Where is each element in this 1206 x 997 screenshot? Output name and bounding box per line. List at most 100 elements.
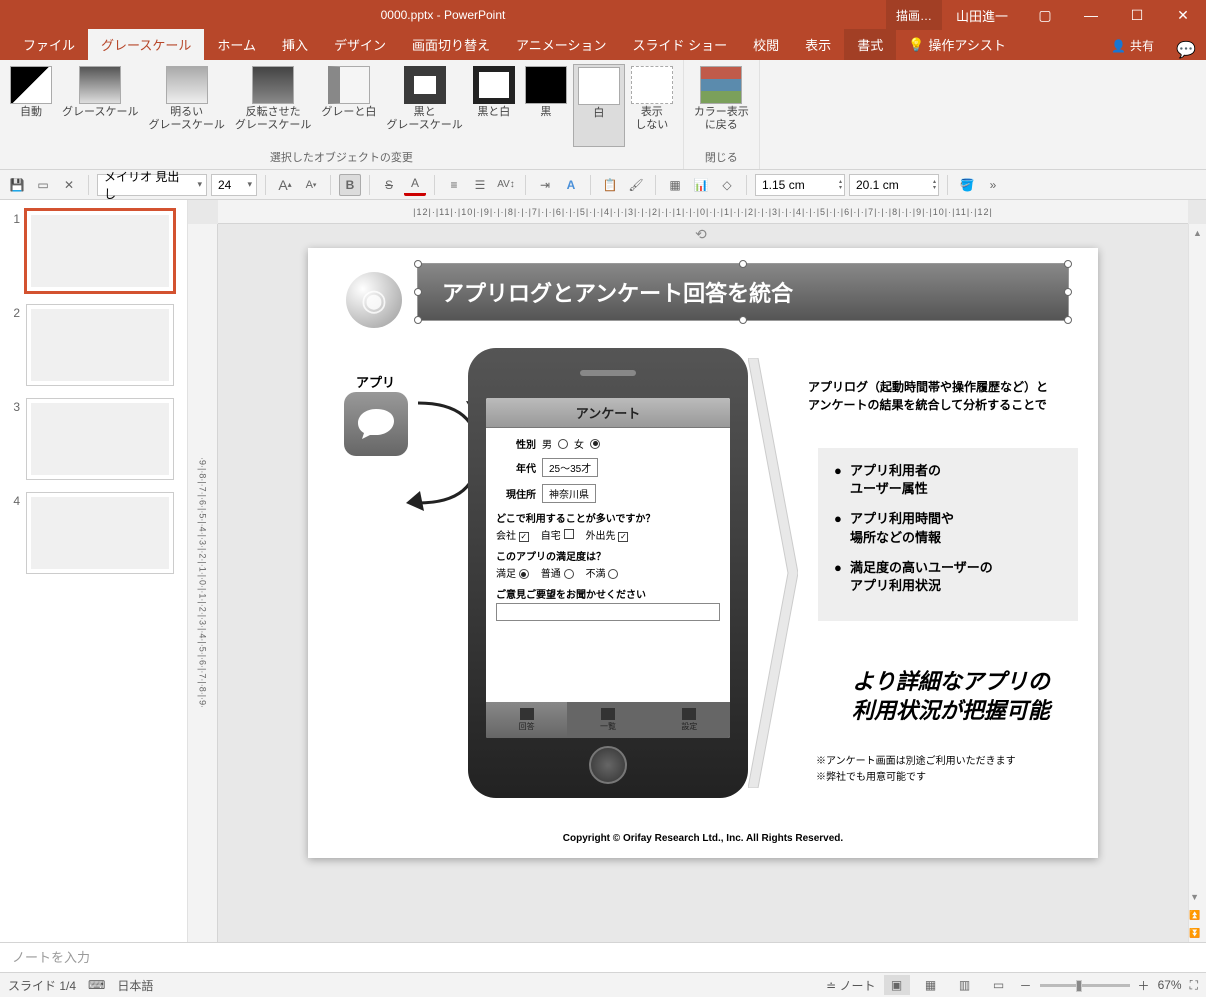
dont-show-button[interactable]: 表示 しない	[627, 64, 677, 147]
share-button[interactable]: 👤 共有	[1099, 31, 1166, 60]
ruler-vertical[interactable]: ·9·|·8·|·7·|·6·|·5·|·4·|·3·|·2·|·1·|·0·|…	[188, 224, 218, 942]
auto-button[interactable]: 自動	[6, 64, 56, 147]
notes-pane[interactable]: ノートを入力	[0, 942, 1206, 972]
delete-icon[interactable]: ✕	[58, 174, 80, 196]
bullet-3: 満足度の高いユーザーの アプリ利用状況	[834, 559, 1062, 595]
tab-file[interactable]: ファイル	[10, 29, 88, 60]
tab-slideshow[interactable]: スライド ショー	[620, 29, 741, 60]
table-icon[interactable]: ▦	[664, 174, 686, 196]
gray-white-button[interactable]: グレーと白	[317, 64, 380, 147]
black-button[interactable]: 黒	[521, 64, 571, 147]
grayscale-button[interactable]: グレースケール	[58, 64, 142, 147]
font-color-icon[interactable]: A	[404, 174, 426, 196]
handle-icon[interactable]	[739, 260, 747, 268]
ribbon-opts-icon[interactable]: ▢	[1022, 0, 1068, 30]
scroll-up-icon[interactable]: ▲	[1189, 224, 1206, 242]
q2: このアプリの満足度は？	[496, 548, 720, 563]
font-combo[interactable]: メイリオ 見出し	[97, 174, 207, 196]
grow-font-icon[interactable]: A▴	[274, 174, 296, 196]
tab-design[interactable]: デザイン	[321, 29, 399, 60]
thumbnail-1[interactable]	[26, 210, 174, 292]
bold-icon[interactable]: B	[339, 174, 361, 196]
height-spinner[interactable]: 1.15 cm	[755, 174, 845, 196]
handle-icon[interactable]	[1064, 260, 1072, 268]
handle-icon[interactable]	[1064, 288, 1072, 296]
thumbnail-4[interactable]	[26, 492, 174, 574]
save-icon[interactable]: 💾	[6, 174, 28, 196]
description: アプリログ（起動時間帯や操作履歴など）と アンケートの結果を統合して分析すること…	[808, 378, 1078, 414]
tab-transitions[interactable]: 画面切り替え	[399, 29, 503, 60]
tab-review[interactable]: 校閲	[740, 29, 792, 60]
normal-view-icon[interactable]: ▣	[884, 975, 910, 995]
handle-icon[interactable]	[414, 288, 422, 296]
copyright: Copyright © Orifay Research Ltd., Inc. A…	[308, 833, 1098, 844]
notes-toggle[interactable]: ≐ ノート	[826, 977, 875, 994]
thumbnail-panel: 1 2 3 4	[0, 200, 188, 942]
language[interactable]: 日本語	[117, 977, 153, 994]
comments-icon[interactable]: 💬	[1166, 40, 1206, 60]
phone-tab-3: 設定	[649, 702, 730, 738]
black-grayscale-button[interactable]: 黒と グレースケール	[382, 64, 466, 147]
width-spinner[interactable]: 20.1 cm	[849, 174, 939, 196]
paste-icon[interactable]: 📋	[599, 174, 621, 196]
format-painter-icon[interactable]: 🖌	[625, 174, 647, 196]
line-spacing-icon[interactable]: AV↕	[495, 174, 517, 196]
close-icon[interactable]: ✕	[1160, 0, 1206, 30]
handle-icon[interactable]	[1064, 316, 1072, 324]
fill-icon[interactable]: 🪣	[956, 174, 978, 196]
align-icon[interactable]: ≡	[443, 174, 465, 196]
black-white-button[interactable]: 黒と白	[469, 64, 519, 147]
fontsize-combo[interactable]: 24	[211, 174, 257, 196]
drawing-tools-label[interactable]: 描画…	[886, 0, 942, 30]
slide-indicator[interactable]: スライド 1/4	[8, 977, 76, 994]
strikethrough-icon[interactable]: S	[378, 174, 400, 196]
thumbnail-3[interactable]	[26, 398, 174, 480]
tab-insert[interactable]: 挿入	[269, 29, 321, 60]
sorter-view-icon[interactable]: ▦	[918, 975, 944, 995]
scroll-down-icon[interactable]: ▼	[1189, 888, 1200, 906]
thumbnail-2[interactable]	[26, 304, 174, 386]
slide-canvas[interactable]: ⟲ ◉ アプリログとアンケート回答を統合 アプリ	[308, 248, 1098, 858]
tab-home[interactable]: ホーム	[204, 29, 269, 60]
next-slide-icon[interactable]: ⏬	[1189, 924, 1200, 942]
zoom-in-icon[interactable]: ＋	[1138, 977, 1150, 994]
zoom-level[interactable]: 67%	[1158, 978, 1182, 992]
tab-format[interactable]: 書式	[844, 29, 896, 60]
handle-icon[interactable]	[739, 316, 747, 324]
inverse-grayscale-button[interactable]: 反転させた グレースケール	[231, 64, 315, 147]
shrink-font-icon[interactable]: A▾	[300, 174, 322, 196]
chart-icon[interactable]: 📊	[690, 174, 712, 196]
rotate-handle-icon[interactable]: ⟲	[695, 226, 707, 243]
text-effects-icon[interactable]: A	[560, 174, 582, 196]
checkbox-on-icon: ✓	[618, 532, 628, 542]
more-icon[interactable]: »	[982, 174, 1004, 196]
zoom-slider[interactable]	[1040, 984, 1130, 987]
prev-slide-icon[interactable]: ⏫	[1189, 906, 1200, 924]
slide-title-box[interactable]: アプリログとアンケート回答を統合	[418, 264, 1068, 320]
home-button-icon	[589, 746, 627, 784]
zoom-out-icon[interactable]: －	[1020, 977, 1032, 994]
handle-icon[interactable]	[414, 260, 422, 268]
user-name[interactable]: 山田進一	[942, 0, 1022, 30]
light-grayscale-button[interactable]: 明るい グレースケール	[144, 64, 228, 147]
shape-icon[interactable]: ◇	[716, 174, 738, 196]
tab-view[interactable]: 表示	[792, 29, 844, 60]
ruler-horizontal[interactable]: |12|·|11|·|10|·|9|·|·|8|·|·|7|·|·|6|·|·|…	[218, 200, 1188, 224]
tell-me[interactable]: 💡 操作アシスト	[896, 29, 1018, 60]
minimize-icon[interactable]: ―	[1068, 0, 1114, 30]
scrollbar-vertical[interactable]: ▲ ▼ ⏫ ⏬	[1188, 224, 1206, 942]
indent-icon[interactable]: ⇥	[534, 174, 556, 196]
tab-animations[interactable]: アニメーション	[503, 29, 619, 60]
bullets-icon[interactable]: ☰	[469, 174, 491, 196]
white-button[interactable]: 白	[573, 64, 625, 147]
fit-window-icon[interactable]: ⛶	[1190, 978, 1198, 993]
phone-tab-2: 一覧	[567, 702, 648, 738]
back-to-color-button[interactable]: カラー表示 に戻る	[690, 64, 753, 147]
tab-grayscale[interactable]: グレースケール	[88, 29, 204, 60]
handle-icon[interactable]	[414, 316, 422, 324]
spellcheck-icon[interactable]: ⌨	[88, 978, 105, 992]
maximize-icon[interactable]: ☐	[1114, 0, 1160, 30]
reading-view-icon[interactable]: ▥	[952, 975, 978, 995]
new-slide-icon[interactable]: ▭	[32, 174, 54, 196]
slideshow-view-icon[interactable]: ▭	[986, 975, 1012, 995]
